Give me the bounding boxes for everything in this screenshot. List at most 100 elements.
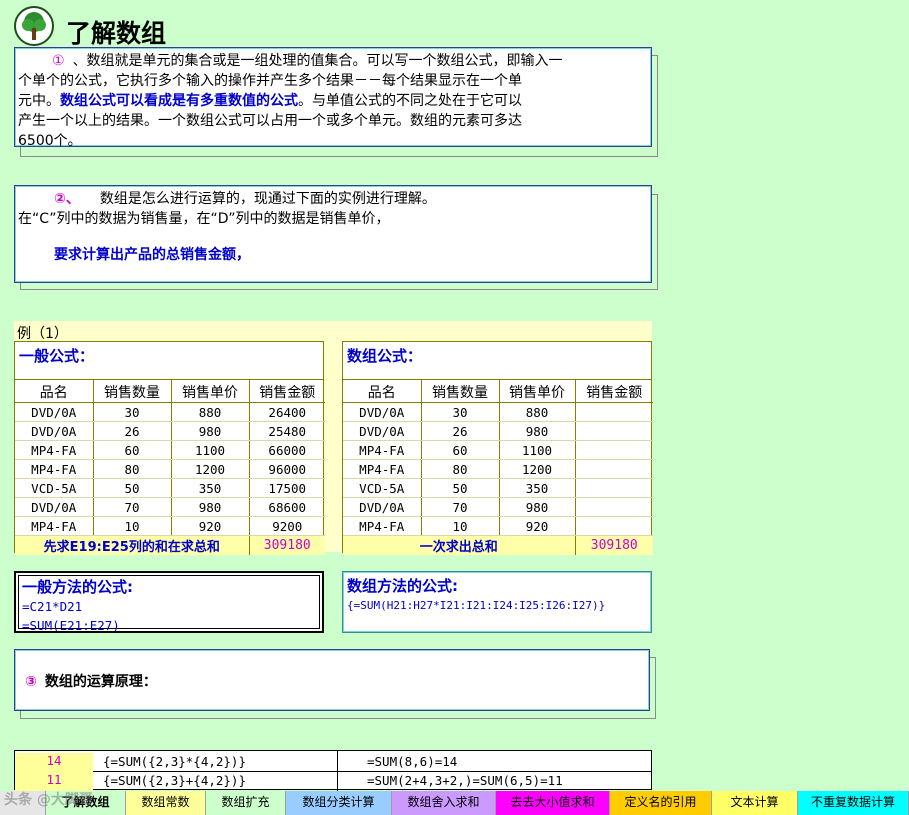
table-row: MP4-FA 60 1100 [343, 440, 653, 460]
cell[interactable]: 25480 [249, 421, 325, 441]
tab-sheet-7[interactable]: 定义名的引用 [610, 791, 712, 815]
cell[interactable]: 30 [421, 402, 500, 422]
cell[interactable]: VCD-5A [15, 478, 94, 498]
table-row: DVD/0A 70 980 68600 [15, 497, 325, 517]
table-row: DVD/0A 26 980 [343, 421, 653, 441]
cell[interactable]: 980 [171, 497, 250, 517]
cell[interactable]: MP4-FA [15, 440, 94, 460]
general-table: 品名 销售数量 销售单价 销售金额 DVD/0A 30 880 26400 DVD/0… [15, 380, 325, 555]
cell[interactable] [575, 402, 653, 422]
cell[interactable]: MP4-FA [343, 440, 422, 460]
cell[interactable]: MP4-FA [15, 516, 94, 536]
cell[interactable]: 880 [499, 402, 576, 422]
cell[interactable]: 17500 [249, 478, 325, 498]
header-amount: 销售金额 [249, 380, 325, 403]
header-product: 品名 [343, 380, 422, 403]
general-table-title: 一般公式： [15, 342, 323, 380]
table-row: VCD-5A 50 350 17500 [15, 478, 325, 498]
cell[interactable]: 980 [171, 421, 250, 441]
note3-textbox[interactable]: ③ 数组的运算原理： [14, 649, 650, 711]
table-row: 14 {=SUM({2,3}*{4,2})} =SUM(8,6)=14 [15, 753, 651, 772]
tab-sheet-3[interactable]: 数组扩充 [206, 791, 286, 815]
tab-sheet-8[interactable]: 文本计算 [712, 791, 798, 815]
cell[interactable] [575, 478, 653, 498]
cell[interactable]: VCD-5A [343, 478, 422, 498]
formula-cell[interactable]: {=SUM({2,3}+{4,2})} [103, 773, 246, 788]
cell[interactable]: 70 [93, 497, 172, 517]
cell[interactable]: 80 [93, 459, 172, 479]
cell[interactable] [575, 421, 653, 441]
cell[interactable] [575, 516, 653, 536]
note1-textbox[interactable]: ① 、数组就是单元的集合或是一组处理的值集合。可以写一个数组公式，即输入一 个单个… [14, 47, 652, 149]
cell[interactable]: 980 [499, 421, 576, 441]
cell[interactable]: 26 [421, 421, 500, 441]
cell[interactable] [575, 459, 653, 479]
cell[interactable]: 26 [93, 421, 172, 441]
cell[interactable]: 50 [93, 478, 172, 498]
operation-table: 14 {=SUM({2,3}*{4,2})} =SUM(8,6)=14 11 {… [14, 750, 652, 791]
cell[interactable]: MP4-FA [343, 516, 422, 536]
general-formula-box[interactable]: 一般方法的公式: =C21*D21 =SUM(E21:E27) [14, 571, 324, 633]
tab-sheet-1[interactable]: 了解数组 [46, 791, 126, 815]
cell[interactable]: DVD/0A [343, 402, 422, 422]
cell[interactable]: DVD/0A [15, 402, 94, 422]
tab-sheet-5[interactable]: 数组舍入求和 [392, 791, 496, 815]
cell[interactable]: 920 [499, 516, 576, 536]
total-label[interactable]: 一次求出总和 [343, 535, 576, 555]
tab-sheet-9[interactable]: 不重复数据计算 [798, 791, 909, 815]
total-value[interactable]: 309180 [575, 535, 653, 555]
cell[interactable]: DVD/0A [15, 497, 94, 517]
note1-line5: 6500个。 [18, 133, 82, 149]
array-formula-box[interactable]: 数组方法的公式: {=SUM(H21:H27*I21:I21:I24:I25:I… [342, 571, 652, 633]
note3-text: 数组的运算原理： [44, 674, 157, 690]
cell[interactable]: 350 [499, 478, 576, 498]
cell[interactable]: 68600 [249, 497, 325, 517]
total-label[interactable]: 先求E19:E25列的和在求总和 [15, 535, 250, 555]
cell[interactable]: 30 [93, 402, 172, 422]
note1-line3-post: 。与单值公式的不同之处在于它可以 [298, 93, 522, 109]
result-cell[interactable]: 11 [15, 772, 93, 791]
cell[interactable]: 60 [421, 440, 500, 460]
cell[interactable]: 880 [171, 402, 250, 422]
tab-sheet-6[interactable]: 去去大小值求和 [496, 791, 610, 815]
cell[interactable]: 1200 [499, 459, 576, 479]
cell[interactable]: 980 [499, 497, 576, 517]
cell[interactable]: 66000 [249, 440, 325, 460]
cell[interactable]: MP4-FA [343, 459, 422, 479]
cell[interactable]: 10 [421, 516, 500, 536]
formula-cell[interactable]: {=SUM({2,3}*{4,2})} [103, 754, 246, 769]
array-formula-line: {=SUM(H21:H27*I21:I21:I24:I25:I26:I27)} [347, 599, 606, 612]
explain-cell[interactable]: =SUM(2+4,3+2,)=SUM(6,5)=11 [367, 773, 563, 788]
tab-sheet-2[interactable]: 数组常数 [126, 791, 206, 815]
cell[interactable]: 60 [93, 440, 172, 460]
note2-textbox[interactable]: ②、 数组是怎么进行运算的，现通过下面的实例进行理解。 在“C”列中的数据为销售量… [14, 185, 652, 283]
cell[interactable]: 26400 [249, 402, 325, 422]
table-row: MP4-FA 10 920 [343, 516, 653, 536]
cell[interactable]: 350 [171, 478, 250, 498]
cell[interactable]: 80 [421, 459, 500, 479]
general-formula-line1: =C21*D21 [22, 599, 83, 614]
cell[interactable]: DVD/0A [343, 497, 422, 517]
table-row: MP4-FA 10 920 9200 [15, 516, 325, 536]
cell[interactable]: DVD/0A [15, 421, 94, 441]
cell[interactable]: 1100 [171, 440, 250, 460]
cell[interactable]: 70 [421, 497, 500, 517]
cell[interactable] [575, 440, 653, 460]
explain-cell[interactable]: =SUM(8,6)=14 [367, 754, 457, 769]
cell[interactable]: 1200 [171, 459, 250, 479]
cell[interactable]: 10 [93, 516, 172, 536]
cell[interactable]: 96000 [249, 459, 325, 479]
cell[interactable]: 920 [171, 516, 250, 536]
cell[interactable]: 1100 [499, 440, 576, 460]
table-row: MP4-FA 80 1200 96000 [15, 459, 325, 479]
cell[interactable] [575, 497, 653, 517]
table-row: MP4-FA 60 1100 66000 [15, 440, 325, 460]
cell[interactable]: DVD/0A [343, 421, 422, 441]
result-cell[interactable]: 14 [15, 753, 93, 772]
tab-sheet-4[interactable]: 数组分类计算 [286, 791, 392, 815]
note1-line4: 产生一个以上的结果。一个数组公式可以占用一个或多个单元。数组的元素可多达 [18, 113, 522, 129]
cell[interactable]: 9200 [249, 516, 325, 536]
total-value[interactable]: 309180 [249, 535, 325, 555]
cell[interactable]: MP4-FA [15, 459, 94, 479]
cell[interactable]: 50 [421, 478, 500, 498]
